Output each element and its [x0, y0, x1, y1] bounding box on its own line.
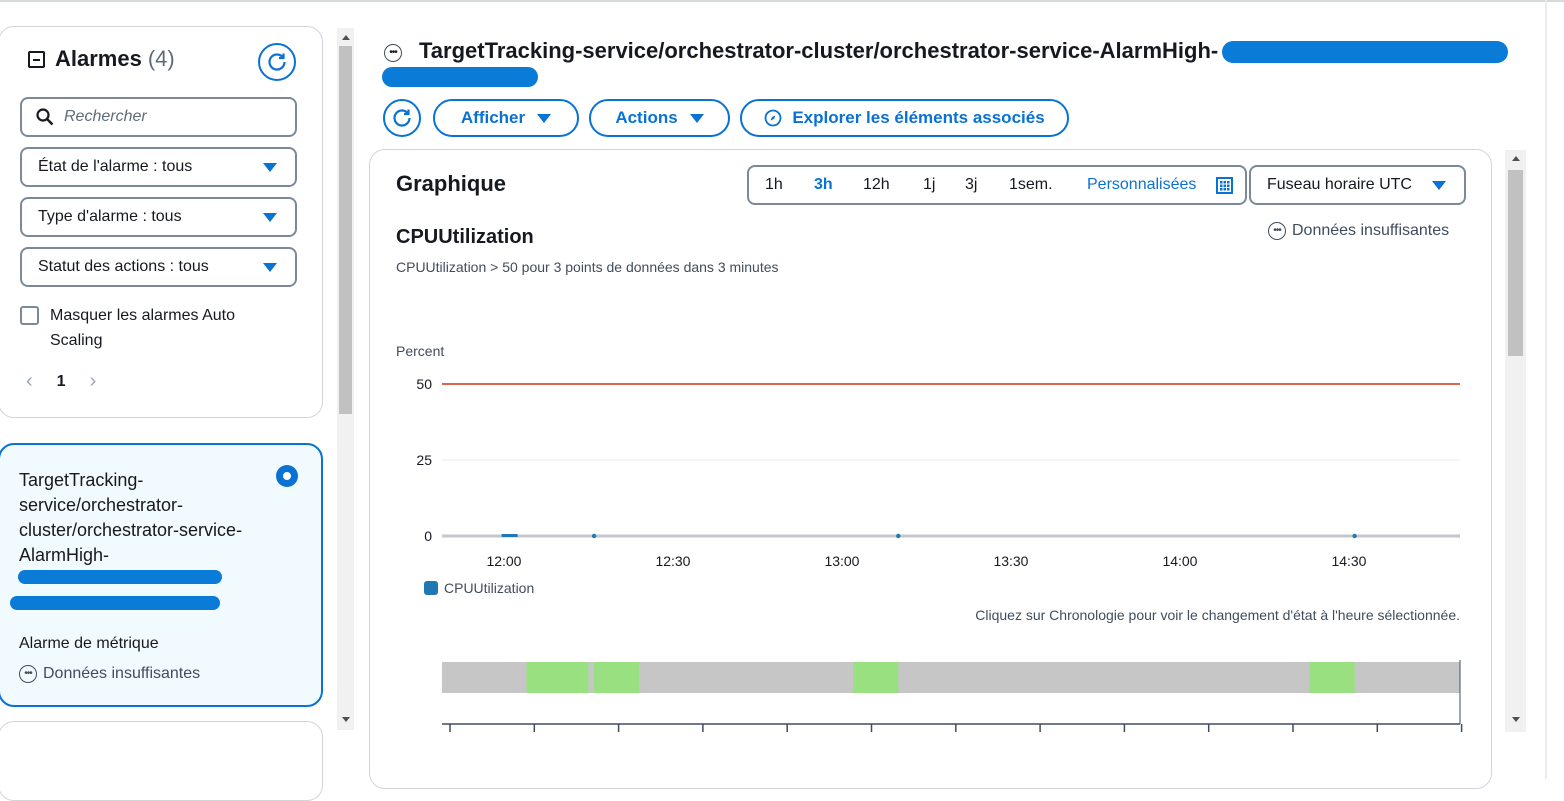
y-tick-label: 0	[424, 528, 432, 544]
metric-state-label: Données insuffisantes	[1292, 222, 1450, 239]
top-border	[0, 0, 1564, 2]
y-axis-label: Percent	[396, 343, 444, 359]
state-timeline[interactable]	[440, 660, 1470, 735]
afficher-button-label: Afficher	[460, 108, 526, 127]
alarm-list-item[interactable]	[0, 721, 323, 801]
filter-actions-status-label: Statut des actions : tous	[38, 258, 209, 275]
right-edge	[1545, 0, 1547, 779]
time-range-12h[interactable]: 12h	[863, 176, 890, 194]
redaction-mark	[18, 570, 222, 584]
insufficient-data-icon: •••	[19, 665, 37, 683]
previous-page-icon[interactable]: ‹	[26, 370, 33, 393]
pagination: ‹ 1 ›	[26, 370, 96, 393]
page-number[interactable]: 1	[57, 373, 66, 391]
page-title: TargetTracking-service/orchestrator-clus…	[419, 38, 1219, 63]
refresh-icon	[393, 109, 411, 127]
scroll-up-icon[interactable]	[1512, 156, 1520, 161]
scroll-down-icon[interactable]	[1512, 717, 1520, 722]
filter-alarm-type-label: Type d'alarme : tous	[38, 208, 182, 225]
alarm-item-status: ••• Données insuffisantes	[19, 665, 200, 683]
main-scrollbar-thumb[interactable]	[1508, 170, 1523, 356]
search-input[interactable]	[64, 108, 284, 126]
explore-related-label: Explorer les éléments associés	[792, 108, 1045, 127]
alarms-count: (4)	[147, 46, 175, 71]
compass-icon	[764, 109, 782, 127]
hide-autoscaling-checkbox[interactable]	[20, 306, 39, 325]
refresh-icon	[268, 53, 286, 71]
filter-alarm-type[interactable]: Type d'alarme : tous	[20, 197, 297, 237]
caret-down-icon	[263, 262, 277, 272]
chart-legend[interactable]: CPUUtilization	[424, 580, 534, 596]
caret-down-icon	[263, 212, 277, 222]
time-range-1sem[interactable]: 1sem.	[1009, 176, 1053, 194]
alarms-title: Alarmes	[55, 46, 142, 71]
alarms-header: Alarmes (4)	[28, 46, 175, 72]
timezone-select[interactable]: Fuseau horaire UTC	[1249, 165, 1466, 205]
scroll-up-icon[interactable]	[342, 35, 350, 40]
search-icon	[36, 108, 54, 126]
custom-range-link[interactable]: Personnalisées	[1087, 176, 1196, 194]
timezone-label: Fuseau horaire UTC	[1267, 176, 1412, 193]
timeline-ok-segment	[1309, 662, 1355, 693]
scroll-down-icon[interactable]	[342, 717, 350, 722]
timeline-ok-segment	[526, 662, 589, 693]
time-range-1j[interactable]: 1j	[923, 176, 935, 194]
redaction-mark	[10, 596, 220, 610]
timeline-hint: Cliquez sur Chronologie pour voir le cha…	[975, 607, 1460, 623]
hide-autoscaling-label: Masquer les alarmes Auto Scaling	[50, 307, 235, 349]
filter-alarm-state-label: État de l'alarme : tous	[38, 158, 193, 175]
redaction-mark	[1222, 41, 1508, 63]
legend-swatch	[424, 581, 438, 595]
insufficient-data-icon: •••	[384, 44, 402, 62]
data-point	[1352, 533, 1357, 539]
caret-down-icon	[537, 113, 552, 123]
metric-state: ••• Données insuffisantes	[1268, 222, 1449, 240]
caret-down-icon	[263, 162, 277, 172]
next-page-icon[interactable]: ›	[90, 370, 97, 393]
metric-title: CPUUtilization	[396, 226, 534, 248]
redaction-mark	[382, 67, 538, 87]
x-tick-label: 12:00	[486, 553, 521, 569]
caret-down-icon	[1432, 180, 1446, 190]
graph-title: Graphique	[396, 171, 507, 196]
legend-label: CPUUtilization	[444, 580, 535, 596]
data-point	[591, 533, 597, 539]
y-tick-label: 25	[416, 452, 432, 468]
x-tick-label: 12:30	[655, 553, 690, 569]
afficher-button[interactable]: Afficher	[433, 99, 579, 137]
cpu-chart[interactable]: Percent 50 25 0 12:00 12:30 13:00 13:30 14:00 14:…	[380, 330, 1480, 575]
alarm-item-type: Alarme de métrique	[19, 635, 159, 652]
filter-actions-status[interactable]: Statut des actions : tous	[20, 247, 297, 287]
timeline-ok-segment	[853, 662, 899, 693]
left-panel-scrollbar-thumb[interactable]	[339, 46, 352, 414]
refresh-alarms-button[interactable]	[258, 43, 296, 81]
alarm-item-status-label: Données insuffisantes	[43, 665, 201, 682]
explore-related-button[interactable]: Explorer les éléments associés	[740, 99, 1069, 137]
refresh-graph-button[interactable]	[383, 99, 421, 137]
collapse-icon[interactable]	[28, 50, 45, 68]
data-point	[896, 533, 901, 539]
time-range-1h[interactable]: 1h	[765, 176, 783, 194]
filter-alarm-state[interactable]: État de l'alarme : tous	[20, 147, 297, 187]
search-field[interactable]	[20, 97, 297, 137]
actions-button-label: Actions	[615, 108, 678, 127]
timeline-ok-segment	[594, 662, 640, 693]
insufficient-data-icon: •••	[1268, 222, 1286, 240]
metric-condition: CPUUtilization > 50 pour 3 points de don…	[396, 259, 779, 275]
x-tick-label: 14:00	[1162, 553, 1197, 569]
alarm-selected-radio[interactable]	[276, 465, 298, 487]
x-tick-label: 13:30	[993, 553, 1028, 569]
time-range-3h[interactable]: 3h	[814, 176, 833, 194]
actions-button[interactable]: Actions	[589, 99, 730, 137]
data-point	[501, 534, 518, 537]
x-tick-label: 14:30	[1331, 553, 1366, 569]
y-tick-label: 50	[416, 376, 432, 392]
calendar-icon[interactable]	[1216, 177, 1233, 194]
x-tick-label: 13:00	[824, 553, 859, 569]
time-range-3j[interactable]: 3j	[965, 176, 977, 194]
caret-down-icon	[689, 113, 704, 123]
time-range-selector: 1h 3h 12h 1j 3j 1sem. Personnalisées	[747, 165, 1247, 205]
alarm-item-name: TargetTracking-service/orchestrator-clus…	[19, 470, 243, 565]
hide-autoscaling-option[interactable]: Masquer les alarmes Auto Scaling	[20, 303, 280, 353]
